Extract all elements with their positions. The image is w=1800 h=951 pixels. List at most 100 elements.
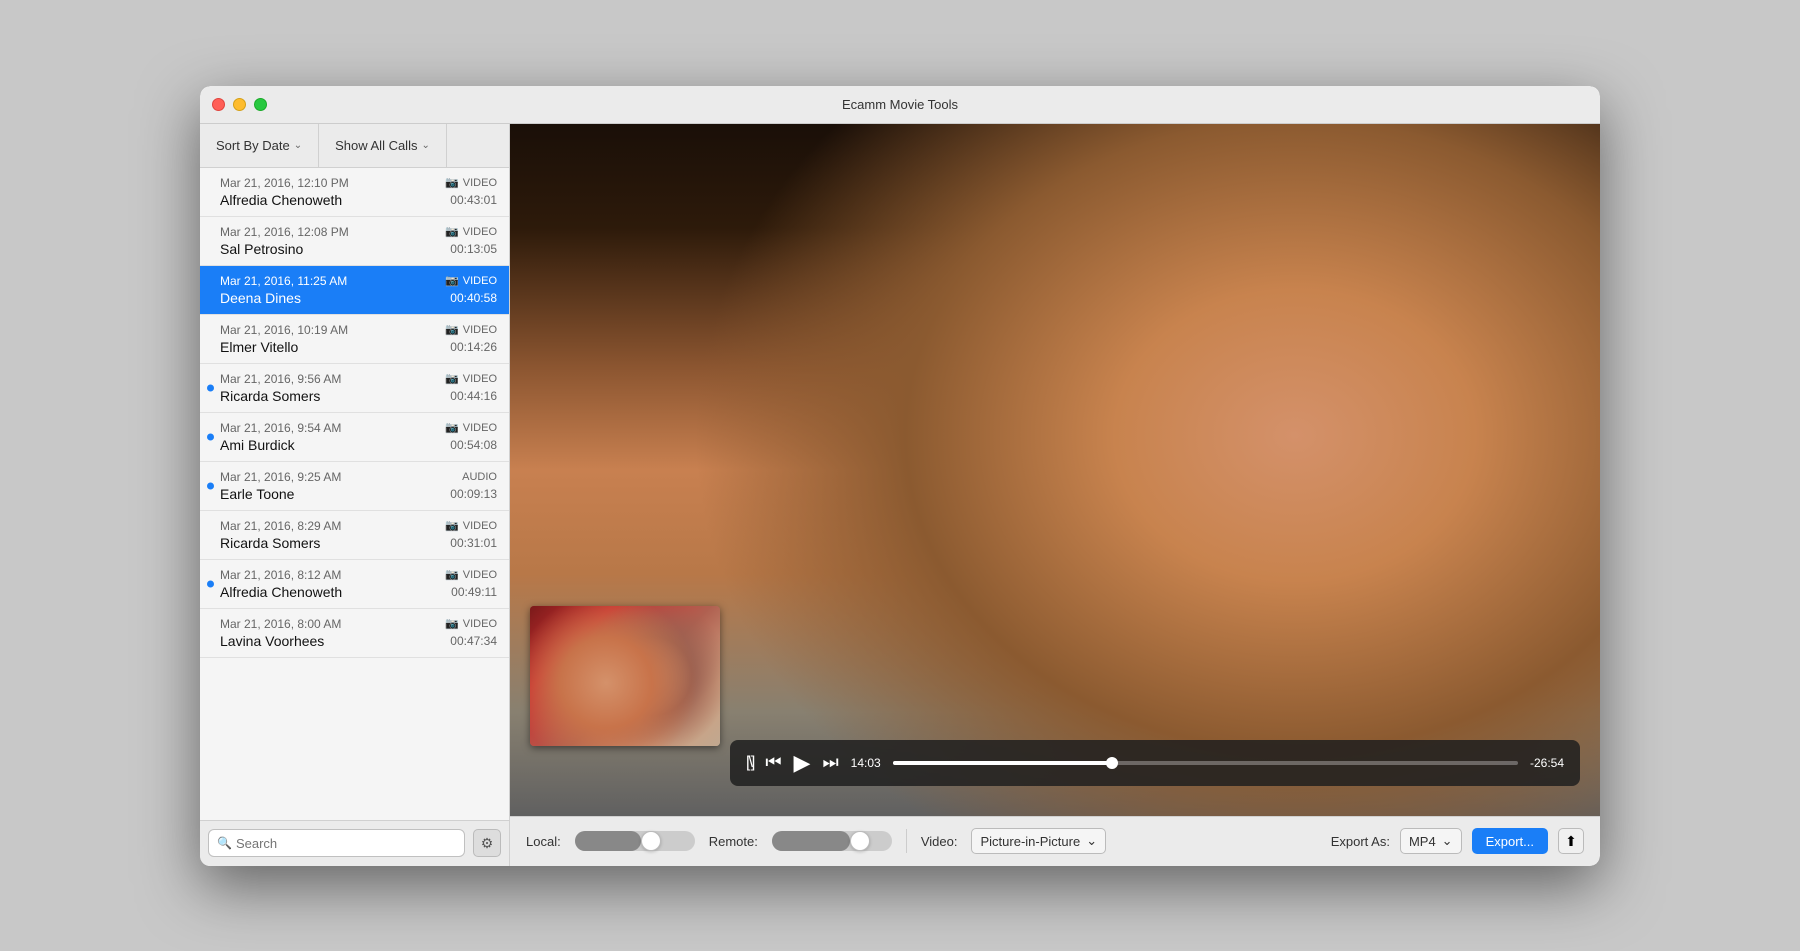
- play-button[interactable]: ▶: [794, 750, 811, 776]
- pip-content: [530, 606, 720, 746]
- call-type-info: 📷 VIDEO: [445, 274, 497, 287]
- export-format-chevron-icon: ⌄: [1442, 833, 1453, 849]
- sort-by-date-button[interactable]: Sort By Date ⌄: [200, 124, 319, 167]
- call-name: Earle Toone: [220, 486, 294, 502]
- local-volume-fill: [575, 831, 641, 851]
- fast-forward-button[interactable]: ⏭: [822, 752, 838, 773]
- export-format-select[interactable]: MP4 ⌄: [1400, 828, 1462, 854]
- call-item[interactable]: Mar 21, 2016, 9:54 AM 📷 VIDEO Ami Burdic…: [200, 413, 509, 462]
- export-as-label: Export As:: [1331, 834, 1390, 849]
- call-duration: 00:14:26: [450, 340, 497, 354]
- call-item[interactable]: Mar 21, 2016, 12:10 PM 📷 VIDEO Alfredia …: [200, 168, 509, 217]
- search-icon: 🔍: [217, 836, 232, 850]
- show-all-calls-button[interactable]: Show All Calls ⌄: [319, 124, 447, 167]
- call-item[interactable]: Mar 21, 2016, 11:25 AM 📷 VIDEO Deena Din…: [200, 266, 509, 315]
- call-name: Deena Dines: [220, 290, 301, 306]
- sidebar-toolbar: Sort By Date ⌄ Show All Calls ⌄: [200, 124, 509, 168]
- remote-volume-knob[interactable]: [850, 831, 870, 851]
- video-type-icon: 📷: [445, 568, 459, 581]
- call-item[interactable]: Mar 21, 2016, 12:08 PM 📷 VIDEO Sal Petro…: [200, 217, 509, 266]
- call-type-info: 📷 VIDEO: [445, 323, 497, 336]
- call-name: Ami Burdick: [220, 437, 295, 453]
- call-duration: 00:44:16: [450, 389, 497, 403]
- call-duration: 00:47:34: [450, 634, 497, 648]
- video-type-icon: 📷: [445, 176, 459, 189]
- gear-icon: ⚙: [481, 835, 494, 852]
- maximize-button[interactable]: [254, 98, 267, 111]
- local-volume-slider[interactable]: [575, 831, 695, 851]
- call-item-bottom: Ricarda Somers 00:44:16: [220, 388, 497, 404]
- filter-chevron-icon: ⌄: [421, 140, 429, 151]
- time-remaining: -26:54: [1530, 756, 1564, 770]
- call-duration: 00:49:11: [451, 585, 497, 599]
- scrubber-thumb[interactable]: [1106, 757, 1118, 769]
- call-item-top: Mar 21, 2016, 10:19 AM 📷 VIDEO: [220, 323, 497, 337]
- call-item[interactable]: Mar 21, 2016, 9:56 AM 📷 VIDEO Ricarda So…: [200, 364, 509, 413]
- call-type-info: 📷 VIDEO: [445, 225, 497, 238]
- export-button[interactable]: Export...: [1472, 828, 1548, 854]
- sidebar: Sort By Date ⌄ Show All Calls ⌄ Mar 21, …: [200, 124, 510, 866]
- rewind-button[interactable]: ⏮: [765, 752, 781, 773]
- call-item[interactable]: Mar 21, 2016, 10:19 AM 📷 VIDEO Elmer Vit…: [200, 315, 509, 364]
- unread-dot: [207, 580, 214, 587]
- traffic-lights: [212, 98, 267, 111]
- share-button[interactable]: ⬆: [1558, 828, 1584, 854]
- bracket-icon: [\]: [746, 754, 753, 772]
- current-time: 14:03: [851, 756, 881, 770]
- video-type-icon: 📷: [445, 519, 459, 532]
- call-name: Alfredia Chenoweth: [220, 584, 342, 600]
- search-box[interactable]: 🔍: [208, 829, 465, 857]
- call-type: VIDEO: [463, 177, 497, 189]
- call-item[interactable]: Mar 21, 2016, 8:12 AM 📷 VIDEO Alfredia C…: [200, 560, 509, 609]
- call-duration: 00:09:13: [450, 487, 497, 501]
- search-input[interactable]: [236, 836, 456, 851]
- app-window: Ecamm Movie Tools Sort By Date ⌄ Show Al…: [200, 86, 1600, 866]
- call-item[interactable]: Mar 21, 2016, 8:29 AM 📷 VIDEO Ricarda So…: [200, 511, 509, 560]
- call-name: Elmer Vitello: [220, 339, 298, 355]
- call-date: Mar 21, 2016, 11:25 AM: [220, 274, 347, 288]
- local-volume-knob[interactable]: [641, 831, 661, 851]
- video-type-icon: 📷: [445, 421, 459, 434]
- call-date: Mar 21, 2016, 9:56 AM: [220, 372, 341, 386]
- titlebar: Ecamm Movie Tools: [200, 86, 1600, 124]
- call-type: VIDEO: [463, 422, 497, 434]
- unread-dot: [207, 384, 214, 391]
- minimize-button[interactable]: [233, 98, 246, 111]
- call-item[interactable]: Mar 21, 2016, 9:25 AM AUDIO Earle Toone …: [200, 462, 509, 511]
- call-item-top: Mar 21, 2016, 9:54 AM 📷 VIDEO: [220, 421, 497, 435]
- call-name: Ricarda Somers: [220, 388, 320, 404]
- video-type-icon: 📷: [445, 372, 459, 385]
- call-item[interactable]: Mar 21, 2016, 8:00 AM 📷 VIDEO Lavina Voo…: [200, 609, 509, 658]
- video-mode-select[interactable]: Picture-in-Picture ⌄: [971, 828, 1106, 854]
- call-date: Mar 21, 2016, 10:19 AM: [220, 323, 348, 337]
- close-button[interactable]: [212, 98, 225, 111]
- share-icon: ⬆: [1565, 833, 1577, 850]
- sidebar-footer: 🔍 ⚙: [200, 820, 509, 866]
- settings-gear-button[interactable]: ⚙: [473, 829, 501, 857]
- call-date: Mar 21, 2016, 12:08 PM: [220, 225, 349, 239]
- pip-thumbnail: [530, 606, 720, 746]
- video-mode-label: Video:: [921, 834, 958, 849]
- call-item-top: Mar 21, 2016, 8:12 AM 📷 VIDEO: [220, 568, 497, 582]
- call-type: VIDEO: [463, 373, 497, 385]
- call-item-top: Mar 21, 2016, 9:25 AM AUDIO: [220, 470, 497, 484]
- call-item-top: Mar 21, 2016, 8:00 AM 📷 VIDEO: [220, 617, 497, 631]
- call-duration: 00:13:05: [450, 242, 497, 256]
- call-type-info: 📷 VIDEO: [445, 519, 497, 532]
- remote-label: Remote:: [709, 834, 758, 849]
- export-format-value: MP4: [1409, 834, 1436, 849]
- call-name: Sal Petrosino: [220, 241, 303, 257]
- remote-volume-slider[interactable]: [772, 831, 892, 851]
- call-item-bottom: Ricarda Somers 00:31:01: [220, 535, 497, 551]
- call-type-info: 📷 VIDEO: [445, 176, 497, 189]
- call-type: VIDEO: [463, 275, 497, 287]
- video-mode-chevron-icon: ⌄: [1086, 833, 1097, 849]
- sort-chevron-icon: ⌄: [294, 140, 302, 151]
- call-list: Mar 21, 2016, 12:10 PM 📷 VIDEO Alfredia …: [200, 168, 509, 820]
- call-type-info: 📷 VIDEO: [445, 568, 497, 581]
- bottom-toolbar: Local: Remote: Video: Picture-in-Picture…: [510, 816, 1600, 866]
- scrubber-track[interactable]: [893, 761, 1518, 765]
- call-item-bottom: Deena Dines 00:40:58: [220, 290, 497, 306]
- video-type-icon: 📷: [445, 225, 459, 238]
- local-label: Local:: [526, 834, 561, 849]
